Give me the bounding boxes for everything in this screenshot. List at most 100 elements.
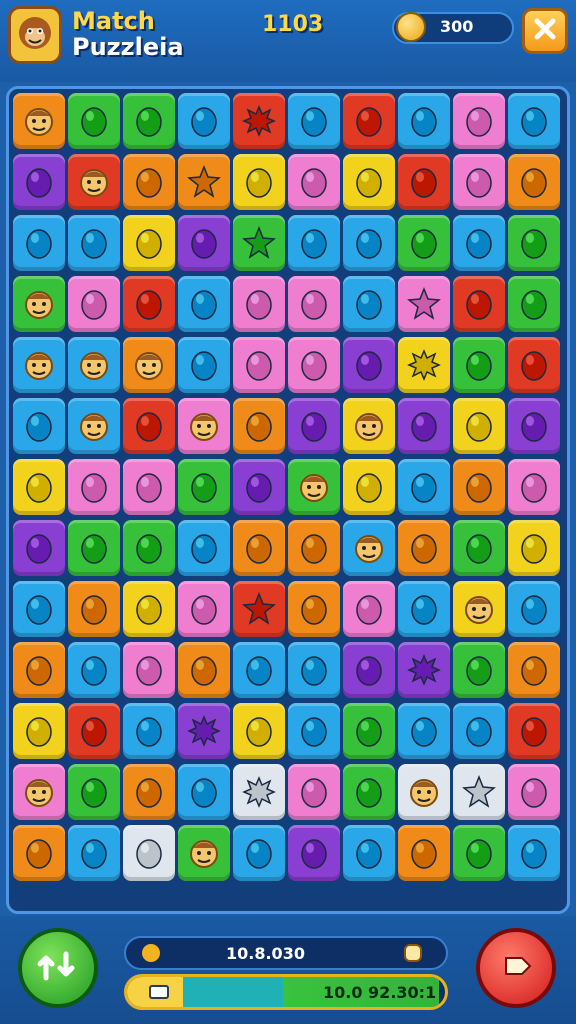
board-tile[interactable]	[508, 93, 560, 149]
board-tile[interactable]	[288, 215, 340, 271]
board-tile[interactable]	[343, 825, 395, 881]
board-tile[interactable]	[508, 581, 560, 637]
board-tile[interactable]	[178, 215, 230, 271]
board-tile[interactable]	[178, 154, 230, 210]
board-tile[interactable]	[123, 337, 175, 393]
board-tile[interactable]	[508, 215, 560, 271]
board-tile[interactable]	[68, 459, 120, 515]
board-tile[interactable]	[398, 215, 450, 271]
board-tile[interactable]	[123, 642, 175, 698]
shuffle-button[interactable]	[18, 928, 98, 1008]
board-tile[interactable]	[343, 581, 395, 637]
board-tile[interactable]	[398, 825, 450, 881]
board-tile[interactable]	[233, 581, 285, 637]
board-tile[interactable]	[178, 520, 230, 576]
board-tile[interactable]	[343, 215, 395, 271]
board-tile[interactable]	[13, 581, 65, 637]
board-tile[interactable]	[68, 520, 120, 576]
board-tile[interactable]	[233, 398, 285, 454]
board-tile[interactable]	[123, 581, 175, 637]
board-tile[interactable]	[68, 642, 120, 698]
board-tile[interactable]	[178, 398, 230, 454]
board-tile[interactable]	[343, 276, 395, 332]
board-tile[interactable]	[13, 703, 65, 759]
board-tile[interactable]	[233, 276, 285, 332]
board-tile[interactable]	[398, 459, 450, 515]
board-tile[interactable]	[453, 215, 505, 271]
board-tile[interactable]	[398, 337, 450, 393]
board-tile[interactable]	[233, 154, 285, 210]
board-tile[interactable]	[13, 398, 65, 454]
board-tile[interactable]	[178, 642, 230, 698]
board-tile[interactable]	[13, 337, 65, 393]
board-tile[interactable]	[398, 581, 450, 637]
board-tile[interactable]	[123, 215, 175, 271]
board-tile[interactable]	[398, 703, 450, 759]
board-tile[interactable]	[123, 398, 175, 454]
board-tile[interactable]	[233, 337, 285, 393]
player-avatar[interactable]	[8, 6, 62, 64]
board-tile[interactable]	[123, 764, 175, 820]
board-tile[interactable]	[508, 337, 560, 393]
board-tile[interactable]	[123, 703, 175, 759]
board-tile[interactable]	[288, 825, 340, 881]
board-tile[interactable]	[453, 459, 505, 515]
board-tile[interactable]	[178, 93, 230, 149]
board-tile[interactable]	[343, 520, 395, 576]
board-tile[interactable]	[453, 337, 505, 393]
board-tile[interactable]	[123, 520, 175, 576]
info-toggle[interactable]	[404, 944, 422, 962]
board-tile[interactable]	[453, 398, 505, 454]
board-tile[interactable]	[288, 642, 340, 698]
board-tile[interactable]	[343, 459, 395, 515]
board-tile[interactable]	[233, 642, 285, 698]
board-tile[interactable]	[233, 520, 285, 576]
board-tile[interactable]	[68, 154, 120, 210]
board-tile[interactable]	[288, 459, 340, 515]
board-tile[interactable]	[233, 93, 285, 149]
board-tile[interactable]	[398, 93, 450, 149]
board-tile[interactable]	[398, 276, 450, 332]
board-tile[interactable]	[13, 276, 65, 332]
board-tile[interactable]	[13, 459, 65, 515]
board-tile[interactable]	[508, 276, 560, 332]
board-tile[interactable]	[288, 520, 340, 576]
board-tile[interactable]	[13, 764, 65, 820]
board-tile[interactable]	[288, 581, 340, 637]
board-tile[interactable]	[453, 642, 505, 698]
board-tile[interactable]	[453, 764, 505, 820]
board-tile[interactable]	[68, 215, 120, 271]
board-tile[interactable]	[233, 703, 285, 759]
board-tile[interactable]	[68, 337, 120, 393]
board-tile[interactable]	[13, 154, 65, 210]
board-tile[interactable]	[233, 459, 285, 515]
board-tile[interactable]	[288, 398, 340, 454]
board-tile[interactable]	[398, 398, 450, 454]
board-tile[interactable]	[123, 825, 175, 881]
board-tile[interactable]	[68, 276, 120, 332]
board-tile[interactable]	[288, 93, 340, 149]
play-button[interactable]	[476, 928, 556, 1008]
board-tile[interactable]	[178, 337, 230, 393]
board-tile[interactable]	[288, 337, 340, 393]
board-tile[interactable]	[123, 459, 175, 515]
board-tile[interactable]	[178, 764, 230, 820]
board-tile[interactable]	[68, 581, 120, 637]
board-tile[interactable]	[13, 642, 65, 698]
board-tile[interactable]	[288, 703, 340, 759]
board-tile[interactable]	[68, 93, 120, 149]
board-tile[interactable]	[508, 154, 560, 210]
board-tile[interactable]	[398, 520, 450, 576]
board-tile[interactable]	[233, 215, 285, 271]
board-tile[interactable]	[508, 459, 560, 515]
board-tile[interactable]	[68, 703, 120, 759]
board-tile[interactable]	[343, 642, 395, 698]
board-tile[interactable]	[453, 581, 505, 637]
board-tile[interactable]	[398, 764, 450, 820]
board-tile[interactable]	[343, 93, 395, 149]
board-tile[interactable]	[508, 764, 560, 820]
board-tile[interactable]	[453, 276, 505, 332]
board-tile[interactable]	[343, 154, 395, 210]
board-tile[interactable]	[68, 398, 120, 454]
close-button[interactable]	[522, 8, 568, 54]
